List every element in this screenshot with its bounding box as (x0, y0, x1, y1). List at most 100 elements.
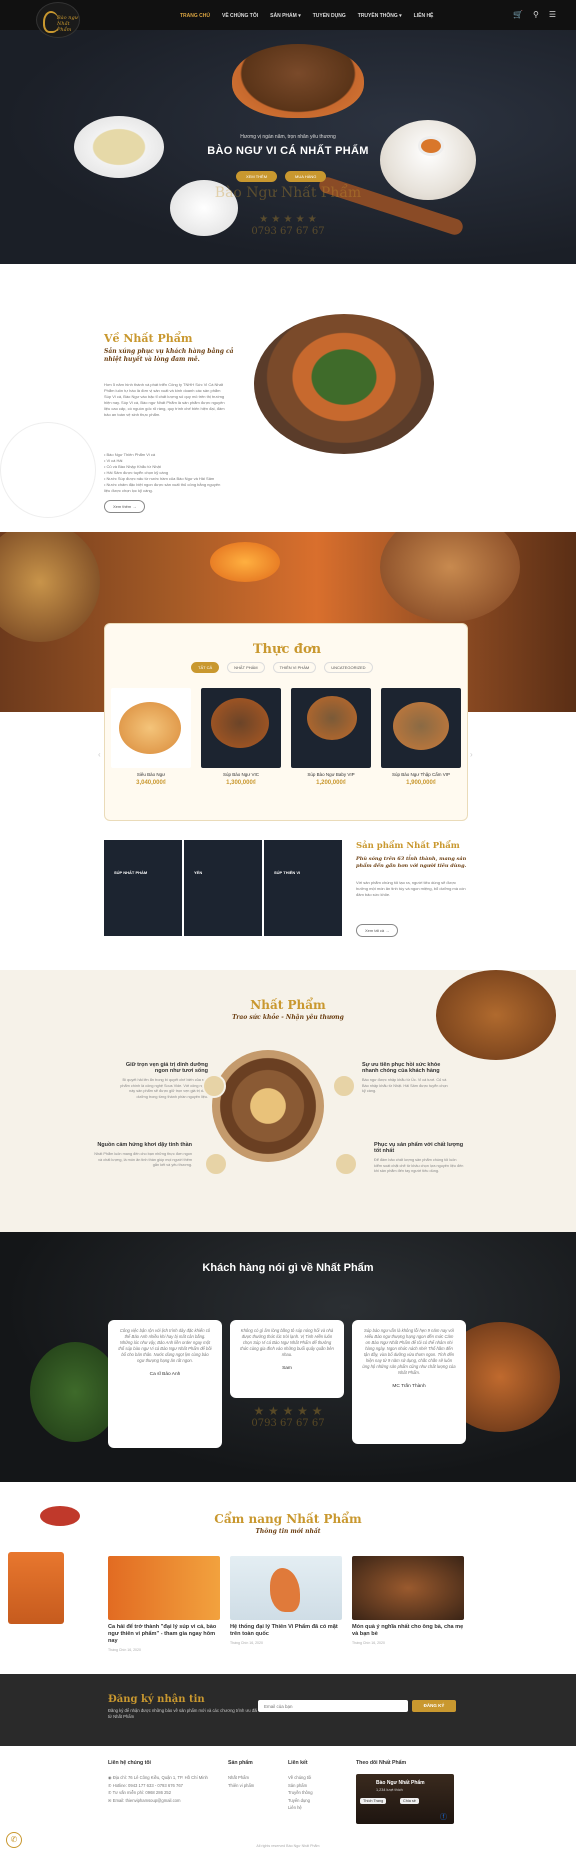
menu-item-products-label: SẢN PHẨM (270, 13, 297, 19)
call-float-icon[interactable]: ✆ (6, 1832, 22, 1848)
hero-buy-button[interactable]: MUA HÀNG (285, 171, 327, 182)
newsletter-title: Đăng ký nhận tin (108, 1694, 205, 1705)
post-date: Tháng Chín 16, 2020 (352, 1641, 385, 1645)
feature-text: Để đảm bảo chất lượng sản phẩm chúng tôi… (374, 1158, 464, 1173)
tab-nhat-pham[interactable]: NHẤT PHẨM (227, 662, 265, 673)
hero-star-rating: ★ ★ ★ ★ ★ (259, 214, 317, 225)
product-card[interactable]: Súp Bào Ngư Baby VIP 1,200,000₫ (291, 688, 371, 786)
testimonial-author: Sam (282, 1366, 292, 1371)
category-tile-yen[interactable]: YẾN (184, 840, 262, 936)
menu-item-products[interactable]: SẢN PHẨM ▾ (270, 13, 301, 19)
footer-link[interactable]: Thiên vi phẩm (228, 1782, 254, 1790)
newsletter-email-input[interactable] (258, 1700, 408, 1712)
feature-text: Bào ngư được nhập khẩu từ Úc. Vi cá tươi… (362, 1078, 448, 1093)
about-list-item: • Nước chấm đặc biệt ngon được sản xuất … (104, 482, 221, 493)
products-subtitle: Phù sóng trên 63 tỉnh thành, mang sản ph… (356, 856, 467, 869)
menu-item-contact[interactable]: LIÊN HỆ (414, 13, 434, 19)
footer-email[interactable]: ✉ Email: thienviphamsoup@gmail.com (108, 1797, 218, 1805)
products-title: Sản phẩm Nhất Phẩm (356, 841, 460, 851)
newsletter-subscribe-button[interactable]: ĐĂNG KÝ (412, 1700, 456, 1712)
inspiration-icon (204, 1152, 228, 1176)
banner-dish-image (380, 532, 520, 622)
tab-uncategorized[interactable]: UNCATEGORIZED (324, 662, 373, 673)
top-navbar: Bào ngư Nhất Phẩm TRANG CHỦ VỀ CHÚNG TÔI… (0, 0, 576, 38)
fb-like-button[interactable]: Thích Trang (360, 1798, 387, 1804)
facebook-page-widget[interactable]: Bào Ngư Nhất Phẩm 1,234 lượt thích Thích… (356, 1774, 454, 1824)
footer-link[interactable]: Về chúng tôi (288, 1774, 313, 1782)
menu-item-about[interactable]: VỀ CHÚNG TÔI (222, 13, 258, 19)
post-thumbnail (230, 1556, 342, 1620)
product-name: Súp Bào Ngư Baby VIP (307, 772, 355, 777)
carousel-prev-icon[interactable]: ‹ (98, 750, 101, 759)
about-more-button[interactable]: Xem thêm → (104, 500, 146, 513)
footer-hotline[interactable]: ✆ Hotline: 0943 177 633 - 0793 676 767 (108, 1782, 218, 1790)
fb-share-button[interactable]: Chia sẻ (400, 1798, 419, 1804)
newsletter-section: Đăng ký nhận tin Đăng ký để nhận được nh… (0, 1674, 576, 1746)
blog-product-pack-image (8, 1552, 64, 1624)
search-icon[interactable]: ⚲ (533, 10, 539, 19)
category-tile-thien-vi[interactable]: SÚP THIÊN VI (264, 840, 342, 936)
nav-icons: 🛒 ⚲ ☰ (513, 10, 556, 19)
feature-item: Nguồn cảm hứng khơi dậy tinh thần Nhất P… (92, 1142, 192, 1169)
banner-dish-image (0, 532, 100, 642)
product-dish (393, 702, 449, 750)
testimonial-card: Súp bào ngư vẫn là không lỗi hẹn 9 năm n… (352, 1320, 466, 1444)
product-card[interactable]: Súp Bào Ngư VIC 1,300,000₫ (201, 688, 281, 786)
arrow-right-icon: → (385, 928, 390, 933)
blog-title: Cẩm nang Nhất Phẩm (214, 1512, 362, 1526)
about-list: • Bào Ngư Thiên Phẩm Vi cá • Vi cá Hải •… (104, 452, 226, 494)
footer-link[interactable]: Sản phẩm (288, 1782, 313, 1790)
footer-link[interactable]: Tuyển dụng (288, 1797, 313, 1805)
testimonial-text: Không có gì ấm lòng bằng tô súp nóng hổi… (240, 1328, 334, 1357)
product-card[interactable]: Súp Bào Ngư Thập Cẩm VIP 1,900,000₫ (381, 688, 461, 786)
blog-subtitle: Thông tin mới nhất (255, 1528, 321, 1535)
category-tile-nhat-pham[interactable]: SÚP NHẤT PHẨM (104, 840, 182, 936)
post-thumbnail (352, 1556, 464, 1620)
testimonial-watermark-stars: ★ ★ ★ ★ ★ (253, 1404, 323, 1418)
blog-post-card[interactable]: Hệ thống đại lý Thiên Vi Phẩm đã có mặt … (230, 1556, 342, 1645)
hero-pot-image (232, 44, 364, 118)
menu-icon[interactable]: ☰ (549, 10, 556, 19)
hero-watermark: Bào Ngư Nhất Phẩm (214, 185, 362, 201)
blog-post-card[interactable]: Ca hải để trở thành "đại lý súp vi cá, b… (108, 1556, 220, 1652)
about-more-label: Xem thêm (113, 504, 132, 509)
footer-contact-heading: Liên hệ chúng tôi (108, 1760, 151, 1766)
footer-link[interactable]: Truyền thông (288, 1789, 313, 1797)
shell-decoration-icon (0, 422, 96, 518)
menu-item-careers[interactable]: TUYỂN DỤNG (313, 13, 346, 19)
chevron-down-icon: ▾ (399, 13, 402, 19)
hero-phone: 0793 67 67 67 (251, 226, 325, 237)
post-title[interactable]: Hệ thống đại lý Thiên Vi Phẩm đã có mặt … (230, 1624, 342, 1638)
features-section: Nhất Phẩm Trao sức khỏe - Nhận yêu thươn… (0, 970, 576, 1232)
brand-logo[interactable]: Bào ngư Nhất Phẩm (36, 2, 80, 38)
cart-icon[interactable]: 🛒 (513, 10, 523, 19)
facebook-icon: ⓕ (440, 1814, 447, 1821)
product-dish (119, 702, 181, 754)
post-title[interactable]: Món quà ý nghĩa nhất cho ông bà, cha mẹ … (352, 1624, 464, 1638)
tab-thien-vi-pham[interactable]: THIÊN VI PHẨM (272, 662, 317, 673)
testimonial-author: Ca sĩ Bảo Anh (149, 1372, 181, 1377)
product-name: Súp Bào Ngư VIC (222, 772, 260, 777)
product-image (381, 688, 461, 768)
chili-decoration-image (40, 1506, 80, 1526)
menu-tabs: TẤT CẢ NHẤT PHẨM THIÊN VI PHẨM UNCATEGOR… (191, 662, 373, 673)
post-thumbnail (108, 1556, 220, 1620)
newsletter-text: Đăng ký để nhận được những bảo về sản ph… (108, 1708, 258, 1719)
footer-consult[interactable]: ✆ Tư vấn miễn phí: 0968 286 252 (108, 1789, 218, 1797)
testimonial-text: Công việc bận rộn với lịch trình dày đặc… (118, 1328, 212, 1363)
products-view-all-button[interactable]: Xem tất cả → (356, 924, 399, 937)
tab-all[interactable]: TẤT CẢ (191, 662, 220, 673)
footer-link[interactable]: Liên hệ (288, 1804, 313, 1812)
footer-link[interactable]: Nhất Phẩm (228, 1774, 254, 1782)
product-card[interactable]: Siêu Bào Ngư 3,040,000₫ (111, 688, 191, 786)
hero-more-button[interactable]: XEM THÊM (236, 171, 278, 182)
product-image (111, 688, 191, 768)
post-title[interactable]: Ca hải để trở thành "đại lý súp vi cá, b… (108, 1624, 220, 1645)
footer-products-heading: Sản phẩm (228, 1760, 253, 1766)
menu-item-media[interactable]: TRUYỀN THÔNG ▾ (358, 13, 402, 19)
carousel-next-icon[interactable]: › (470, 750, 473, 759)
products-body: Với sản phẩm chúng tôi tạo ra, người tiê… (356, 880, 466, 897)
blog-post-card[interactable]: Món quà ý nghĩa nhất cho ông bà, cha mẹ … (352, 1556, 464, 1645)
footer-hotline-text: Hotline: 0943 177 633 - 0793 676 767 (112, 1782, 184, 1788)
menu-item-home[interactable]: TRANG CHỦ (180, 13, 210, 19)
